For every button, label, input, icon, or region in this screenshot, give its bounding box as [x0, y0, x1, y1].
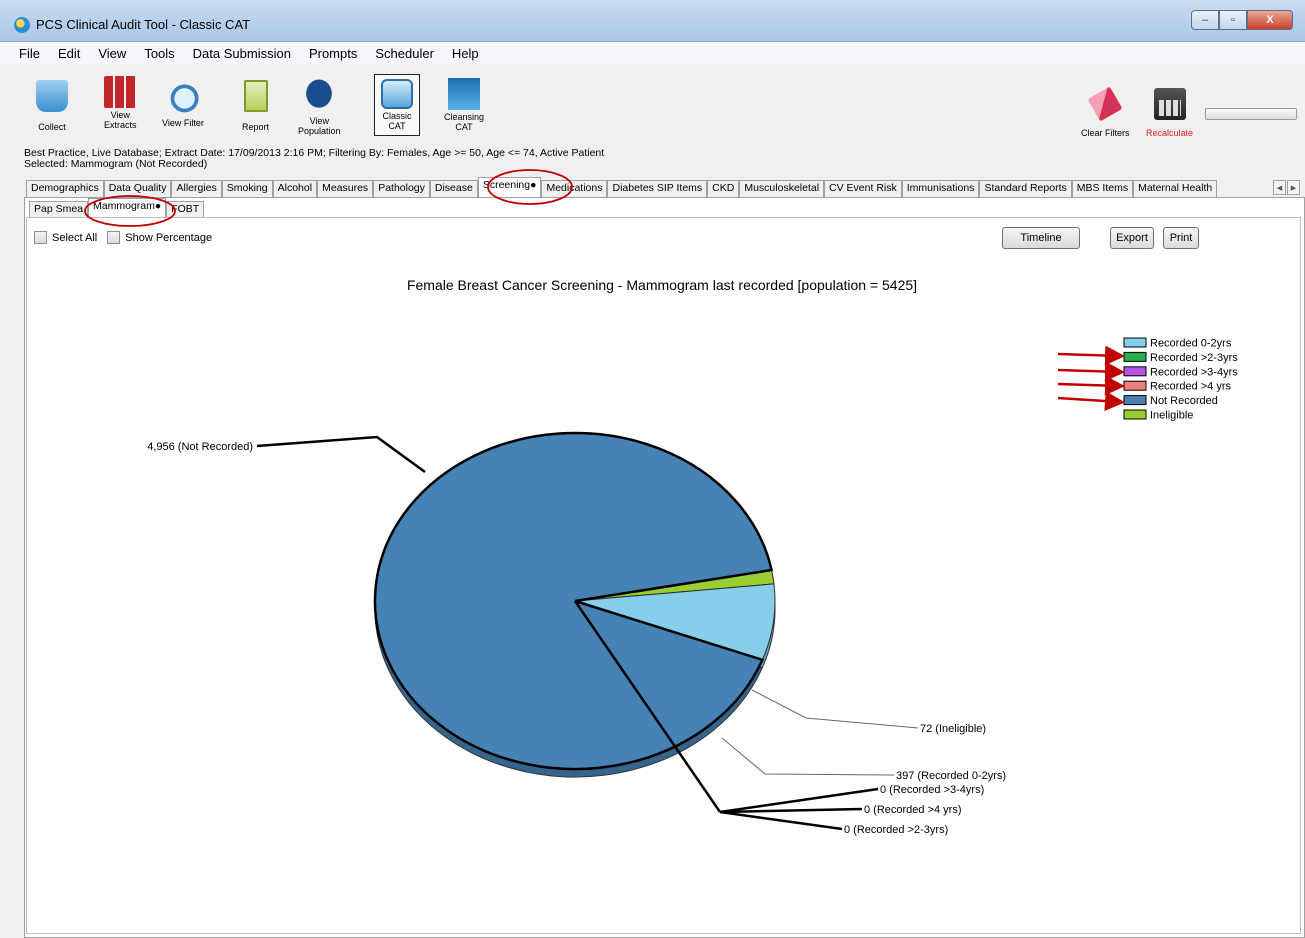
legend: Recorded 0-2yrs Recorded >2-3yrs Recorded …	[1123, 337, 1238, 422]
pie-chart: Female Breast Cancer Screening - Mammogr…	[84, 169, 1238, 836]
slice-label: 397 (Recorded 0-2yrs)	[896, 770, 1006, 782]
leader-line	[751, 689, 919, 729]
legend-label: Recorded 0-2yrs	[1150, 338, 1232, 350]
annotation-arrow	[1057, 361, 1125, 382]
legend-swatch	[1123, 366, 1147, 377]
annotation-arrow	[1057, 345, 1125, 366]
leader-line	[721, 737, 895, 776]
legend-swatch	[1123, 409, 1147, 420]
slice-label: 4,956 (Not Recorded)	[147, 441, 253, 453]
legend-swatch	[1123, 337, 1147, 348]
slice-label: 72 (Ineligible)	[920, 723, 986, 735]
slice-label: 0 (Recorded >2-3yrs)	[844, 824, 948, 836]
annotation-arrow	[1057, 391, 1125, 412]
legend-label: Ineligible	[1150, 410, 1193, 422]
annotation-circle-mammogram	[84, 195, 176, 227]
chart-title: Female Breast Cancer Screening - Mammogr…	[407, 277, 917, 293]
leader-line	[719, 810, 843, 831]
legend-label: Recorded >2-3yrs	[1150, 352, 1238, 364]
legend-swatch	[1123, 380, 1147, 391]
legend-label: Recorded >4 yrs	[1150, 381, 1232, 393]
leader-line	[256, 435, 426, 474]
slice-label: 0 (Recorded >3-4yrs)	[880, 784, 984, 796]
legend-label: Not Recorded	[1150, 395, 1218, 407]
annotation-arrow	[1057, 375, 1125, 396]
legend-label: Recorded >3-4yrs	[1150, 366, 1238, 378]
pie-slices	[373, 431, 776, 771]
slice-label: 0 (Recorded >4 yrs)	[864, 804, 962, 816]
legend-swatch	[1123, 351, 1147, 362]
annotation-circle-screening	[487, 169, 573, 205]
legend-swatch	[1123, 395, 1147, 406]
